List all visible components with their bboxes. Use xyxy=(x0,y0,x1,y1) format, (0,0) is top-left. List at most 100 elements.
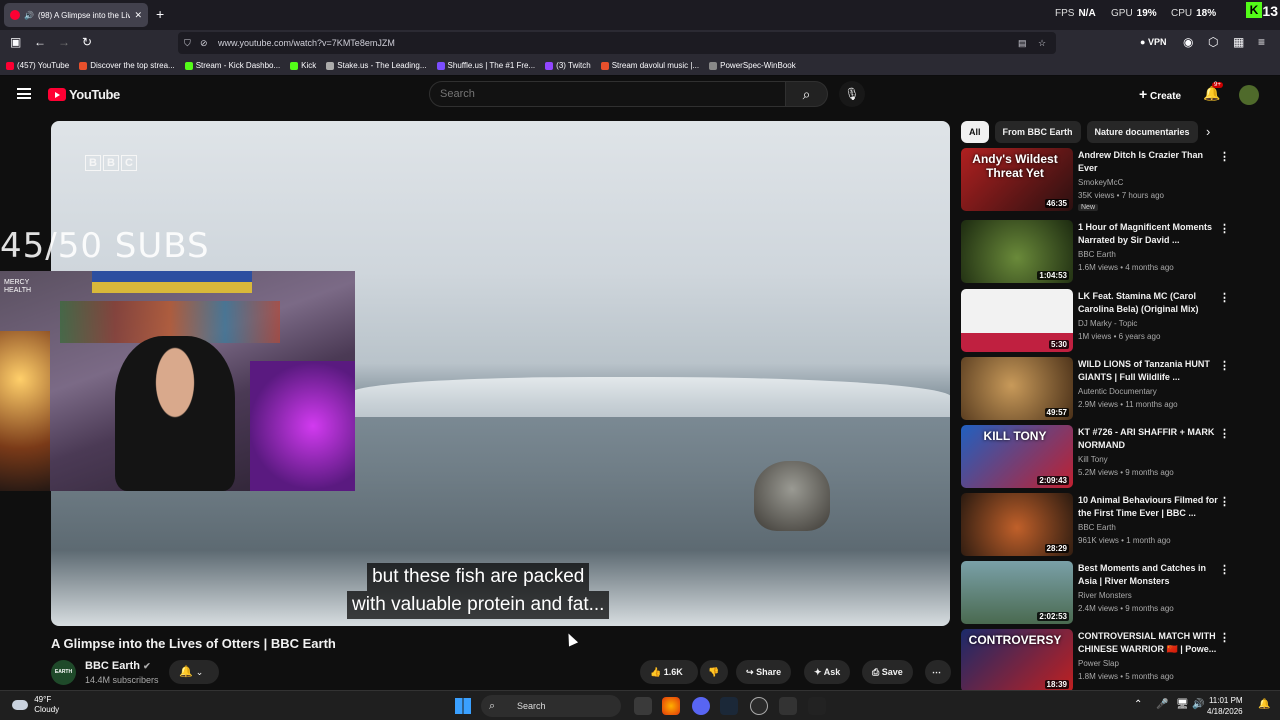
recommendation-channel[interactable]: BBC Earth xyxy=(1078,523,1116,532)
recommendation-title[interactable]: CONTROVERSIAL MATCH WITH CHINESE WARRIOR… xyxy=(1078,630,1218,656)
recommendation-item[interactable]: 1:04:53 1 Hour of Magnificent Moments Nar… xyxy=(961,220,1231,286)
extensions-icon[interactable]: ⬡ xyxy=(1208,35,1218,49)
user-avatar[interactable] xyxy=(1239,85,1259,105)
bookmark-item[interactable]: (3) Twitch xyxy=(545,61,591,70)
bookmark-item[interactable]: Discover the top strea... xyxy=(79,61,175,70)
recommendation-item[interactable]: KILL TONY 2:09:43 KT #726 - ARI SHAFFIR + … xyxy=(961,425,1231,491)
network-icon[interactable]: 🖥 xyxy=(1176,699,1189,710)
video-thumbnail[interactable]: CONTROVERSY 18:39 xyxy=(961,629,1073,692)
video-thumbnail[interactable]: 2:02:53 xyxy=(961,561,1073,624)
account-icon[interactable]: ◉ xyxy=(1183,35,1193,49)
share-button[interactable]: ↪ Share xyxy=(736,660,792,684)
save-button[interactable]: ⎙ Save xyxy=(862,660,913,684)
bookmark-item[interactable]: Stake.us - The Leading... xyxy=(326,61,427,70)
shield-icon[interactable]: ⛉ xyxy=(184,32,191,54)
vpn-button[interactable]: ● VPN xyxy=(1140,37,1166,47)
channel-avatar[interactable]: EARTH xyxy=(51,660,76,685)
address-bar[interactable]: ⛉ ⊘ www.youtube.com/watch?v=7KMTe8emJZM … xyxy=(178,32,1056,54)
recommendation-channel[interactable]: Power Slap xyxy=(1078,659,1119,668)
video-thumbnail[interactable]: 1:04:53 xyxy=(961,220,1073,283)
recommendation-item[interactable]: 5:30 LK Feat. Stamina MC (Carol Carolina … xyxy=(961,289,1231,355)
recommendation-title[interactable]: 1 Hour of Magnificent Moments Narrated b… xyxy=(1078,221,1218,247)
video-thumbnail[interactable]: Andy's Wildest Threat Yet 46:35 xyxy=(961,148,1073,211)
like-button[interactable]: 👍 1.6K xyxy=(640,660,698,684)
more-vertical-icon[interactable]: ⋮ xyxy=(1219,563,1230,576)
back-arrow-icon[interactable]: ← xyxy=(34,35,46,49)
more-vertical-icon[interactable]: ⋮ xyxy=(1219,631,1230,644)
menu-icon[interactable]: ≡ xyxy=(1258,35,1265,49)
recommendation-item[interactable]: CONTROVERSY 18:39 CONTROVERSIAL MATCH WITH… xyxy=(961,629,1231,695)
bookmark-star-icon[interactable]: ☆ xyxy=(1038,32,1046,54)
more-vertical-icon[interactable]: ⋮ xyxy=(1219,291,1230,304)
new-tab-button[interactable]: + xyxy=(156,6,164,22)
obs-icon[interactable] xyxy=(750,697,768,715)
microphone-icon[interactable]: 🎤 xyxy=(1156,699,1168,710)
recommendation-item[interactable]: 49:57 WILD LIONS of Tanzania HUNT GIANTS … xyxy=(961,357,1231,423)
chevron-right-icon[interactable]: › xyxy=(1206,124,1210,139)
recommendation-title[interactable]: LK Feat. Stamina MC (Carol Carolina Bela… xyxy=(1078,290,1218,316)
forward-arrow-icon[interactable]: → xyxy=(58,35,70,49)
more-vertical-icon[interactable]: ⋮ xyxy=(1219,495,1230,508)
more-vertical-icon[interactable]: ⋮ xyxy=(1219,427,1230,440)
sidebar-toggle-icon[interactable]: ▣ xyxy=(10,35,21,49)
recommendation-title[interactable]: Andrew Ditch Is Crazier Than Ever xyxy=(1078,149,1218,175)
bookmark-item[interactable]: Shuffle.us | The #1 Fre... xyxy=(436,61,535,70)
bookmark-folder[interactable]: PowerSpec-WinBook xyxy=(709,61,796,70)
chip-all[interactable]: All xyxy=(961,121,989,143)
recommendation-channel[interactable]: River Monsters xyxy=(1078,591,1132,600)
chevron-up-icon[interactable]: ⌃ xyxy=(1134,699,1142,710)
dislike-button[interactable]: 👎 xyxy=(700,660,728,684)
search-button[interactable]: ⌕ xyxy=(786,81,828,107)
xbox-icon[interactable] xyxy=(808,697,826,715)
reload-icon[interactable]: ↻ xyxy=(82,35,92,49)
video-thumbnail[interactable]: 28:29 xyxy=(961,493,1073,556)
close-tab-icon[interactable]: ✕ xyxy=(134,10,142,21)
more-vertical-icon[interactable]: ⋮ xyxy=(1219,222,1230,235)
app-icon[interactable] xyxy=(779,697,797,715)
weather-widget[interactable]: 49°F Cloudy xyxy=(12,695,59,715)
youtube-logo[interactable]: YouTube xyxy=(48,87,120,102)
search-input[interactable] xyxy=(429,81,786,107)
recommendation-channel[interactable]: BBC Earth xyxy=(1078,250,1116,259)
recommendation-item[interactable]: 2:02:53 Best Moments and Catches in Asia … xyxy=(961,561,1231,627)
chip-nature-documentaries[interactable]: Nature documentaries xyxy=(1086,121,1198,143)
video-thumbnail[interactable]: 5:30 xyxy=(961,289,1073,352)
bookmark-item[interactable]: Stream davolul music |... xyxy=(600,61,699,70)
recommendation-item[interactable]: Andy's Wildest Threat Yet 46:35 Andrew Dit… xyxy=(961,148,1231,214)
recommendation-title[interactable]: WILD LIONS of Tanzania HUNT GIANTS | Ful… xyxy=(1078,358,1218,384)
discord-icon[interactable] xyxy=(692,697,710,715)
chip-from-bbc-earth[interactable]: From BBC Earth xyxy=(994,121,1081,143)
reader-view-icon[interactable]: ▤ xyxy=(1018,32,1027,54)
channel-name[interactable]: BBC Earth ✔ xyxy=(85,660,151,672)
more-vertical-icon[interactable]: ⋮ xyxy=(1219,150,1230,163)
video-thumbnail[interactable]: KILL TONY 2:09:43 xyxy=(961,425,1073,488)
steam-icon[interactable] xyxy=(720,697,738,715)
system-clock[interactable]: 11:01 PM 4/18/2026 xyxy=(1207,695,1243,717)
addon-icon[interactable]: ▦ xyxy=(1233,35,1244,49)
voice-search-button[interactable]: 🎙 xyxy=(839,81,865,107)
bookmark-item[interactable]: Kick xyxy=(290,61,316,70)
ask-button[interactable]: ✦ Ask xyxy=(804,660,851,684)
recommendation-channel[interactable]: Kill Tony xyxy=(1078,455,1108,464)
recommendation-item[interactable]: 28:29 10 Animal Behaviours Filmed for the… xyxy=(961,493,1231,559)
create-button[interactable]: + Create xyxy=(1131,83,1189,105)
recommendation-title[interactable]: KT #726 - ARI SHAFFIR + MARK NORMAND xyxy=(1078,426,1218,452)
subscription-bell-button[interactable]: 🔔 ⌄ xyxy=(169,660,219,684)
browser-tab[interactable]: 🔊 (98) A Glimpse into the Liv ✕ xyxy=(4,3,148,27)
taskbar-search[interactable]: ⌕ Search xyxy=(481,695,621,717)
recommendation-title[interactable]: Best Moments and Catches in Asia | River… xyxy=(1078,562,1218,588)
recommendation-channel[interactable]: Autentic Documentary xyxy=(1078,387,1157,396)
bookmark-item[interactable]: (457) YouTube xyxy=(6,61,69,70)
guide-menu-icon[interactable] xyxy=(17,88,31,99)
recommendation-channel[interactable]: DJ Marky - Topic xyxy=(1078,319,1137,328)
task-view-icon[interactable] xyxy=(634,697,652,715)
recommendation-title[interactable]: 10 Animal Behaviours Filmed for the Firs… xyxy=(1078,494,1218,520)
recommendation-channel[interactable]: SmokeyMcC xyxy=(1078,178,1123,187)
volume-icon[interactable]: 🔊 xyxy=(1192,699,1204,710)
video-thumbnail[interactable]: 49:57 xyxy=(961,357,1073,420)
bookmark-item[interactable]: Stream - Kick Dashbo... xyxy=(184,61,280,70)
notification-center-icon[interactable]: 🔔 xyxy=(1258,699,1270,710)
more-actions-button[interactable]: ⋯ xyxy=(925,660,951,684)
more-vertical-icon[interactable]: ⋮ xyxy=(1219,359,1230,372)
firefox-icon[interactable] xyxy=(662,697,680,715)
